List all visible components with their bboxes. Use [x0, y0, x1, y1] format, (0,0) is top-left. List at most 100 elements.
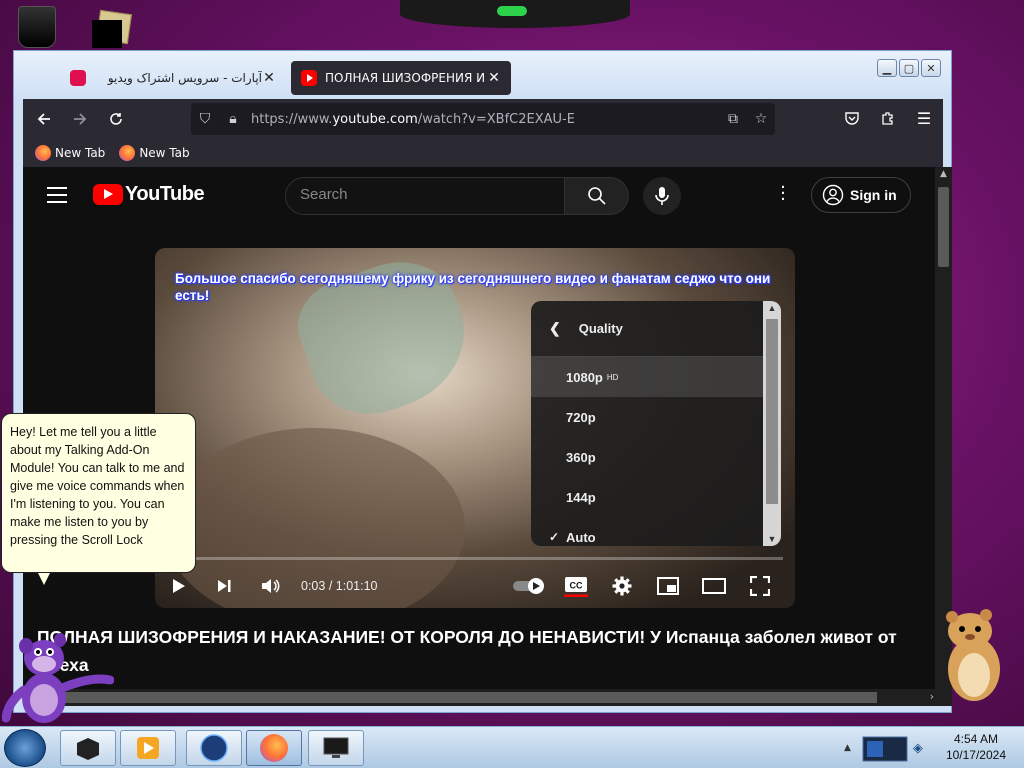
- menu-icon[interactable]: ☰: [909, 103, 939, 133]
- maximize-button[interactable]: ▢: [899, 59, 919, 77]
- tray-expand-icon[interactable]: ▲: [844, 743, 851, 753]
- closed-captions-icon: CC: [564, 577, 588, 597]
- address-bar[interactable]: ⛉ 🔒︎ https://www.youtube.com/watch?v=XBf…: [191, 103, 775, 135]
- theater-icon: [702, 578, 726, 594]
- firefox-icon: [119, 145, 136, 161]
- recycle-bin-icon[interactable]: [18, 6, 56, 48]
- play-icon: [173, 579, 185, 593]
- back-button[interactable]: [29, 104, 59, 134]
- guide-menu-icon[interactable]: [47, 187, 67, 208]
- quality-option[interactable]: 720p: [531, 397, 781, 437]
- start-button[interactable]: [4, 729, 46, 767]
- taskbar-app-1[interactable]: [60, 730, 116, 766]
- extensions-icon[interactable]: [873, 103, 903, 133]
- subtitles-button[interactable]: CC: [553, 566, 599, 606]
- firefox-icon: [260, 734, 288, 762]
- network-icon[interactable]: ◈: [913, 741, 923, 756]
- tab-strip: آپارات - سرویس اشتراک ویدیو ✕ ПОЛНАЯ ШИЗ…: [14, 51, 951, 99]
- close-window-button[interactable]: ✕: [921, 59, 941, 77]
- video-title: ПОЛНАЯ ШИЗОФРЕНИЯ И НАКАЗАНИЕ! ОТ КОРОЛЯ…: [37, 627, 897, 675]
- search-input[interactable]: Search: [285, 177, 565, 215]
- bookmark-new-tab[interactable]: New Tab: [119, 145, 190, 161]
- svg-text:CC: CC: [570, 581, 583, 591]
- taskbar-app-globe[interactable]: [186, 730, 242, 766]
- quality-option[interactable]: ✓ Auto: [531, 517, 781, 546]
- quality-option[interactable]: 360p: [531, 437, 781, 477]
- mute-button[interactable]: [247, 566, 293, 606]
- autoplay-toggle-icon: [513, 578, 544, 594]
- gear-icon: [612, 576, 632, 596]
- player-controls: 0:03 / 1:01:10 CC: [155, 566, 795, 606]
- aparat-icon: [70, 70, 86, 86]
- volume-icon: [262, 579, 280, 593]
- more-options-icon[interactable]: · · ·: [775, 179, 791, 209]
- theater-mode-button[interactable]: [691, 566, 737, 606]
- next-button[interactable]: [201, 566, 247, 606]
- sign-in-button[interactable]: Sign in: [811, 177, 911, 213]
- quality-option[interactable]: 144p: [531, 477, 781, 517]
- speech-bubble-tail: [38, 573, 50, 585]
- close-icon[interactable]: ✕: [262, 70, 276, 86]
- nav-toolbar: ⛉ 🔒︎ https://www.youtube.com/watch?v=XBf…: [23, 99, 943, 139]
- close-icon[interactable]: ✕: [487, 70, 501, 86]
- tab-youtube[interactable]: ПОЛНАЯ ШИЗОФРЕНИЯ И НАКАЗ ✕: [291, 61, 511, 95]
- bookmark-star-icon[interactable]: ☆: [747, 111, 775, 127]
- tray-app-icon[interactable]: [861, 733, 909, 763]
- youtube-play-icon: [93, 184, 123, 205]
- folder-icon[interactable]: [92, 9, 132, 48]
- fullscreen-button[interactable]: [737, 566, 783, 606]
- back-arrow-icon[interactable]: ❮: [549, 320, 561, 337]
- autoplay-toggle[interactable]: [507, 566, 553, 606]
- bookmarks-bar: New Tab New Tab: [23, 139, 943, 167]
- settings-button[interactable]: [599, 566, 645, 606]
- search-button[interactable]: [565, 177, 629, 215]
- voice-search-button[interactable]: [643, 177, 681, 215]
- bonzi-buddy-icon[interactable]: [2, 628, 114, 728]
- clock[interactable]: 4:54 AM 10/17/2024: [946, 731, 1006, 763]
- quality-menu-header[interactable]: ❮ Quality: [531, 301, 781, 357]
- pocket-icon[interactable]: [837, 103, 867, 133]
- skip-next-icon: [218, 580, 231, 592]
- quality-option[interactable]: 1080p HD: [531, 357, 781, 397]
- shield-icon[interactable]: ⛉: [191, 111, 219, 127]
- quality-menu: ❮ Quality 1080p HD 720p 360p 144p ✓ Auto ▲ ▼: [531, 301, 781, 546]
- reload-button[interactable]: [101, 104, 131, 134]
- url-text[interactable]: https://www.youtube.com/watch?v=XBfC2EXA…: [251, 112, 575, 127]
- search-box: Search: [285, 177, 629, 215]
- youtube-logo[interactable]: YouTube: [93, 183, 205, 206]
- desktop-gadget: [400, 0, 630, 28]
- tab-aparat[interactable]: آپارات - سرویس اشتراک ویدیو ✕: [60, 61, 286, 95]
- lock-icon[interactable]: 🔒︎: [219, 111, 247, 127]
- globe-icon: [200, 734, 228, 762]
- taskbar: ▲ ◈ 4:54 AM 10/17/2024: [0, 726, 1024, 768]
- quality-menu-scrollbar[interactable]: ▲ ▼: [763, 301, 781, 546]
- bookmark-new-tab[interactable]: New Tab: [35, 145, 105, 161]
- check-icon: ✓: [549, 530, 560, 544]
- youtube-header: YouTube Search · · · Sign in: [23, 167, 935, 225]
- minimize-button[interactable]: ▁: [877, 59, 897, 77]
- media-player-icon: [137, 737, 159, 759]
- tab-title: ПОЛНАЯ ШИЗОФРЕНИЯ И НАКАЗ: [325, 71, 487, 85]
- forward-button[interactable]: [65, 104, 95, 134]
- search-icon: [587, 187, 606, 205]
- horizontal-scrollbar[interactable]: ›: [23, 689, 952, 706]
- youtube-icon: [301, 70, 317, 86]
- miniplayer-icon: [657, 577, 679, 595]
- firefox-icon: [35, 145, 51, 161]
- hamster-icon[interactable]: [940, 605, 1010, 705]
- app-box-icon: [77, 738, 99, 760]
- progress-bar[interactable]: [167, 557, 783, 560]
- assistant-speech-bubble: Hey! Let me tell you a little about my T…: [1, 413, 196, 573]
- taskbar-media-player[interactable]: [120, 730, 176, 766]
- microphone-icon: [655, 187, 669, 205]
- taskbar-firefox[interactable]: [246, 730, 302, 766]
- taskbar-app-monitor[interactable]: [308, 730, 364, 766]
- account-icon: [822, 184, 844, 206]
- monitor-icon: [323, 737, 349, 758]
- picture-in-picture-icon[interactable]: ⧉: [719, 111, 747, 127]
- video-caption: Большое спасибо сегодняшему фрику из сег…: [175, 271, 771, 303]
- browser-window: آپارات - سرویس اشتراک ویدیو ✕ ПОЛНАЯ ШИЗ…: [13, 50, 952, 713]
- miniplayer-button[interactable]: [645, 566, 691, 606]
- fullscreen-icon: [750, 576, 770, 596]
- time-display: 0:03 / 1:01:10: [301, 579, 378, 593]
